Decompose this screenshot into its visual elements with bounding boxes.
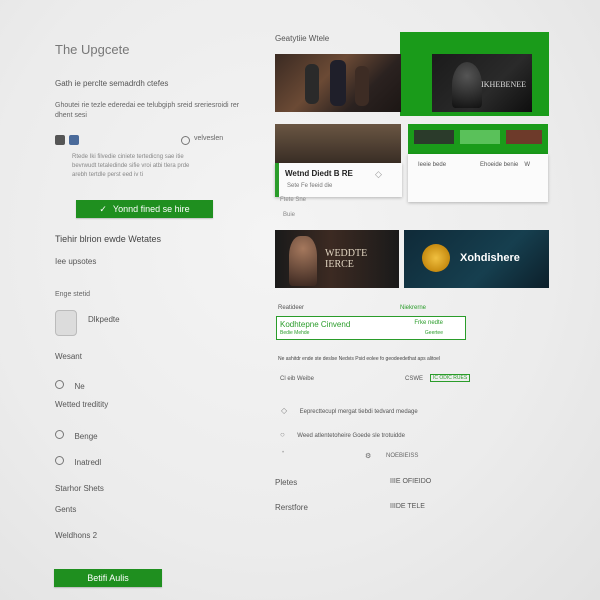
account-row: velveslen [55,133,245,147]
tab-right[interactable]: Niekrerne [400,305,426,311]
diamond-icon: ◇ [375,169,382,179]
stat-label: Pletes [275,478,298,487]
promo-label-b: Ehoeide benie [480,162,519,168]
game-title: Xohdishere [460,252,520,264]
radio-icon[interactable] [55,380,64,389]
input-sublabel: Bedie Mehde [280,330,310,336]
desc-line: bevrwudt tetaledinde sifie vroi atbi tle… [72,163,190,169]
radio-icon[interactable] [181,136,190,145]
shield-icon: ◇ [281,406,288,415]
promo-strip[interactable] [408,124,548,154]
card-accent [275,163,279,197]
list-label: Weed atlentetoheire Goede sle trotuidde [297,433,405,439]
list-label: Eeprecttecupl mergat tiebdi tedvard meda… [299,409,418,415]
profile-icon [69,135,79,145]
avatar-icon [55,135,65,145]
row-right-label: velveslen [194,135,224,142]
bottom-button-label: Betifi Aulis [87,573,129,583]
desc-line: Rtede Iki filvedie ciniete tertedicng sa… [72,154,184,160]
game-thumbnail-4[interactable]: WEDDTE IERCE [275,230,399,288]
group-label: Enge stetid [55,291,91,298]
right-section-title: Geatytiie Wtele [275,34,330,43]
promo-card[interactable]: Ieeie bede Ehoeide benie W [408,154,548,202]
card-subtitle: Sete Fe feeid die [287,183,333,189]
footer-item-3[interactable]: Weldhons 2 [55,531,97,540]
page-title: The Upgcete [55,42,130,57]
radio-icon[interactable] [55,456,64,465]
list-item[interactable]: ◇ Eeprecttecupl mergat tiebdi tedvard me… [281,400,418,418]
game-logo-icon [422,244,450,272]
footer-item-1[interactable]: Starhor Shets [55,484,104,493]
row-right-label: CSWE [405,376,423,382]
notice-text: Ne ashitdr ende ste deslse Nedvis Psid e… [278,356,441,362]
circle-icon: ○ [280,430,285,439]
card-extra: Ftete Sne [280,197,307,203]
primary-button-label: Yonnd fined se hire [112,204,190,214]
card-title: Wetnd Diedt B RE [285,169,353,178]
search-input[interactable]: Kodhtepne Cinvend Frke nedte Bedie Mehde… [276,316,466,340]
footer-item-2[interactable]: Gents [55,505,76,514]
option-2[interactable]: Inatredl [55,452,101,470]
radio-icon[interactable] [55,430,64,439]
promo-label-a: Ieeie bede [418,162,447,168]
user-avatar-icon[interactable] [55,310,77,336]
link-label[interactable]: Wetted treditity [55,400,108,409]
game-thumbnail-5[interactable]: Xohdishere [404,230,549,288]
radio-label: Ne [74,382,85,391]
row-badge[interactable]: IC ODIC RUES [430,374,471,382]
game-thumbnail-2[interactable]: IKHEBENEE [432,54,532,112]
stat-label: Rerstfore [275,503,308,512]
below-card-text: Buie [283,212,296,218]
gear-icon: ⚙ [365,453,372,460]
radio-option[interactable]: Ne [55,376,85,394]
option-1[interactable]: Benge [55,426,98,444]
game-thumbnail-1[interactable] [275,54,401,112]
game-title: WEDDTE IERCE [325,248,368,270]
game-card[interactable]: Wetnd Diedt B RE Sete Fe feeid die ◇ [275,163,402,197]
tab-left[interactable]: Reatideer [278,305,304,311]
check-icon: ✓ [99,203,107,214]
dot-icon: • [282,450,285,456]
promo-label-c: W [524,162,530,168]
input-value: Kodhtepne Cinvend [280,320,351,329]
input-right-label: Frke nedte [414,320,443,326]
stat-value: IIIE OFIEIDO [390,478,432,485]
weanl-label: Wesant [55,352,82,361]
primary-button[interactable]: ✓ Yonnd fined se hire [76,200,213,218]
intro-paragraph: Ghoutei rie tezle ederedai ee telubgiph … [55,102,240,119]
profile-label: Dlkpedte [88,315,120,324]
list-right-label: NOEBIEISS [386,453,419,459]
section-sub: Iee upsotes [55,257,97,266]
row-left-label: Cl eib Weibe [280,376,314,382]
option-label: Benge [74,432,98,441]
description: Rtede Iki filvedie ciniete tertedicng sa… [72,153,232,180]
bottom-button[interactable]: Betifi Aulis [54,569,162,587]
page-subtitle: Gath ie perclte semadrdh ctefes [55,79,169,88]
thumbnail-title: IKHEBENEE [481,80,526,89]
list-item[interactable]: ○ Weed atlentetoheire Goede sle trotuidd… [280,424,405,442]
desc-line: arebh tertdle perst eed iv ti [72,172,144,178]
stat-value: IIIDE TELE [390,503,425,510]
option-label: Inatredl [74,458,102,467]
input-sublabel-right: Geertee [424,330,443,336]
section-heading: Tiehir blrion ewde Wetates [55,234,162,244]
